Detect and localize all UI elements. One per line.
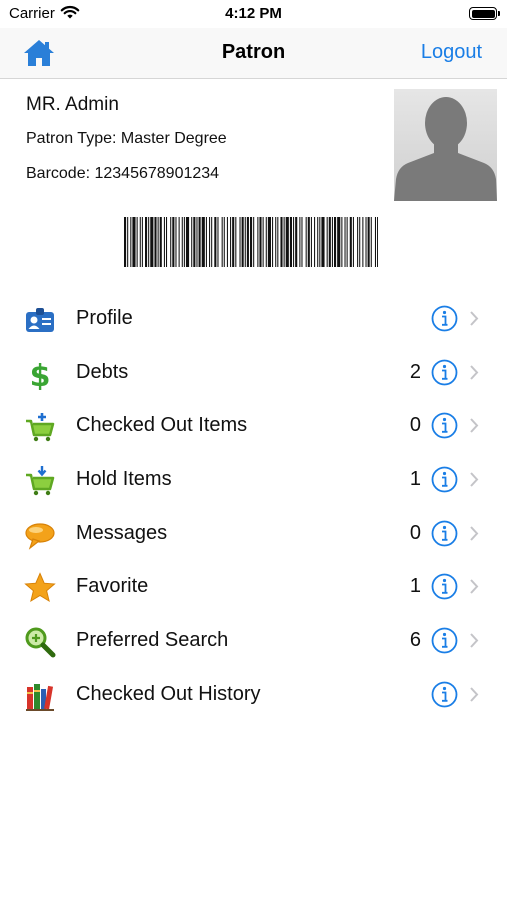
- menu-item-debts[interactable]: $ Debts 2: [0, 346, 507, 400]
- patron-name: MR. Admin: [26, 94, 119, 115]
- chevron-right-icon: [470, 633, 479, 648]
- barcode-image: [124, 217, 378, 267]
- clock: 4:12 PM: [225, 5, 282, 22]
- info-icon[interactable]: [431, 520, 458, 547]
- chevron-right-icon: [470, 579, 479, 595]
- magnifier-icon: [25, 627, 56, 658]
- avatar: [394, 89, 497, 201]
- menu-item-favorite[interactable]: Favorite 1: [0, 560, 507, 614]
- chevron-right-icon: [470, 526, 479, 541]
- cart-add-icon: [26, 413, 55, 442]
- menu-item-count: 6: [409, 629, 421, 652]
- menu-item-label: Checked Out History: [76, 682, 261, 705]
- menu-item-count: 1: [409, 468, 421, 491]
- chevron-right-icon: [470, 687, 479, 702]
- chevron-right-icon: [470, 418, 479, 434]
- chevron-right-icon: [470, 311, 479, 326]
- person-silhouette-icon: [394, 97, 497, 201]
- battery-icon: [469, 7, 500, 20]
- info-icon[interactable]: [431, 412, 458, 439]
- patron-menu-list: Profile $ Debts 2 Checked Out Items 0 Ho…: [0, 292, 507, 722]
- info-icon[interactable]: [431, 627, 458, 654]
- menu-item-hold-items[interactable]: Hold Items 1: [0, 453, 507, 507]
- info-icon[interactable]: [431, 573, 458, 600]
- menu-item-preferred-search[interactable]: Preferred Search 6: [0, 614, 507, 668]
- cart-hold-icon: [26, 466, 55, 496]
- info-icon[interactable]: [431, 466, 458, 493]
- chevron-right-icon: [470, 472, 479, 487]
- info-icon[interactable]: [431, 681, 458, 708]
- logout-button[interactable]: Logout: [421, 41, 482, 64]
- dollar-icon: $: [30, 359, 51, 390]
- info-icon[interactable]: [431, 305, 458, 332]
- menu-item-label: Messages: [76, 521, 168, 544]
- navigation-bar: Patron Logout: [0, 28, 507, 79]
- patron-type: Patron Type: Master Degree: [26, 130, 227, 147]
- speech-bubble-icon: [25, 523, 55, 550]
- menu-item-profile[interactable]: Profile: [0, 292, 507, 346]
- menu-item-label: Preferred Search: [76, 629, 229, 652]
- menu-item-count: 2: [409, 360, 421, 383]
- menu-item-label: Favorite: [76, 575, 149, 598]
- menu-item-count: 0: [409, 521, 421, 544]
- menu-item-checked-out-history[interactable]: Checked Out History: [0, 668, 507, 722]
- profile-card-icon: [26, 308, 54, 332]
- books-icon: [26, 683, 54, 711]
- star-icon: [24, 572, 56, 603]
- chevron-right-icon: [470, 365, 479, 380]
- info-icon[interactable]: [431, 359, 458, 386]
- menu-item-count: 0: [409, 414, 421, 437]
- menu-item-label: Hold Items: [76, 468, 172, 491]
- menu-item-label: Debts: [76, 360, 129, 383]
- menu-item-messages[interactable]: Messages 0: [0, 507, 507, 561]
- menu-item-checked-out-items[interactable]: Checked Out Items 0: [0, 399, 507, 453]
- menu-item-count: 1: [409, 575, 421, 598]
- status-bar: Carrier 4:12 PM: [0, 0, 507, 28]
- patron-barcode-number: Barcode: 12345678901234: [26, 165, 220, 182]
- menu-item-label: Checked Out Items: [76, 414, 248, 437]
- svg-text:$: $: [30, 359, 51, 390]
- menu-item-label: Profile: [76, 307, 133, 329]
